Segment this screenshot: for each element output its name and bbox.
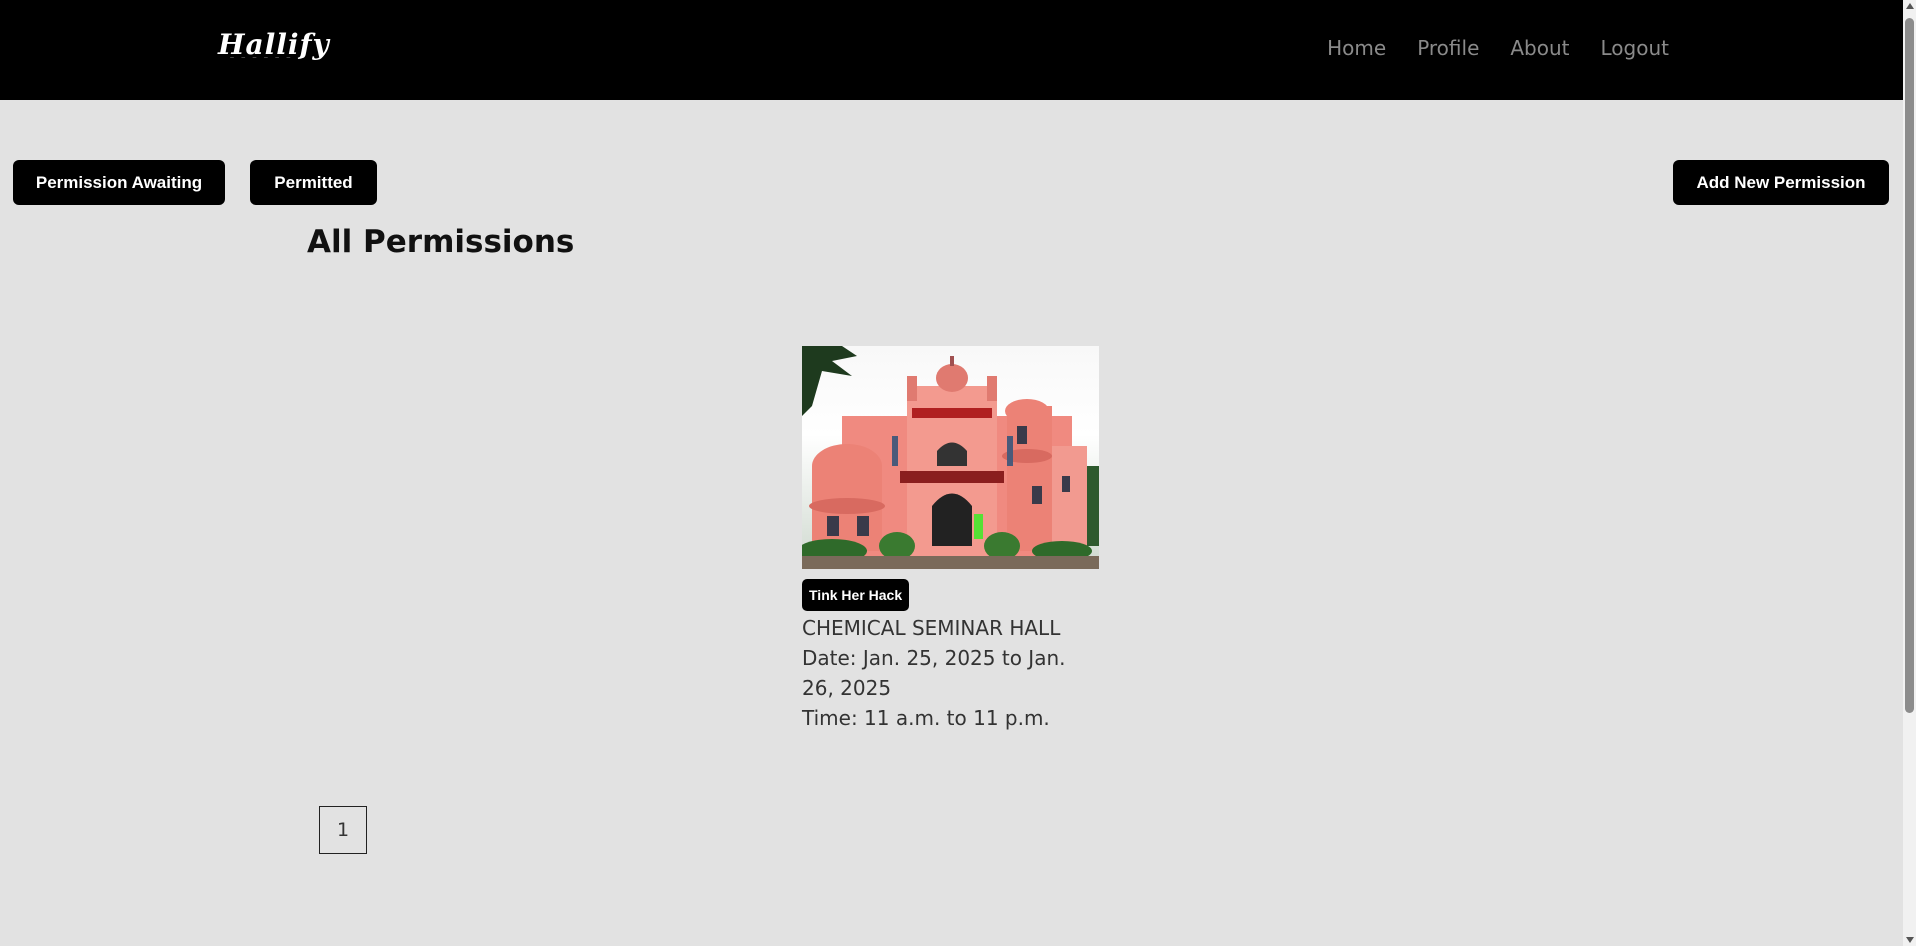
logo-tagline-decoration: — — — — — — — <box>230 55 305 60</box>
page-scrollbar[interactable] <box>1903 0 1916 946</box>
hall-name: CHEMICAL SEMINAR HALL <box>802 616 1061 640</box>
permission-awaiting-button[interactable]: Permission Awaiting <box>13 160 225 205</box>
nav-about-link[interactable]: About <box>1510 36 1569 60</box>
scrollbar-thumb[interactable] <box>1905 18 1914 713</box>
building-illustration <box>802 346 1099 569</box>
pagination-page-1[interactable]: 1 <box>319 806 367 854</box>
permitted-button[interactable]: Permitted <box>250 160 377 205</box>
permission-time: Time: 11 a.m. to 11 p.m. <box>802 706 1050 730</box>
scroll-down-arrow-icon[interactable] <box>1906 937 1914 943</box>
nav-home-link[interactable]: Home <box>1327 36 1386 60</box>
nav-logout-link[interactable]: Logout <box>1601 36 1669 60</box>
add-new-permission-button[interactable]: Add New Permission <box>1673 160 1889 205</box>
permission-card[interactable]: Tink Her Hack CHEMICAL SEMINAR HALL Date… <box>802 346 1099 733</box>
scroll-up-arrow-icon[interactable] <box>1906 3 1914 9</box>
page-title: All Permissions <box>307 224 575 260</box>
event-badge: Tink Her Hack <box>802 579 910 611</box>
nav-profile-link[interactable]: Profile <box>1417 36 1479 60</box>
top-navbar: Hallify — — — — — — — Home Profile About… <box>0 0 1903 100</box>
permission-date: Date: Jan. 25, 2025 to Jan. 26, 2025 <box>802 646 1066 700</box>
hall-image <box>802 346 1099 569</box>
main-nav: Home Profile About Logout <box>1327 36 1669 60</box>
